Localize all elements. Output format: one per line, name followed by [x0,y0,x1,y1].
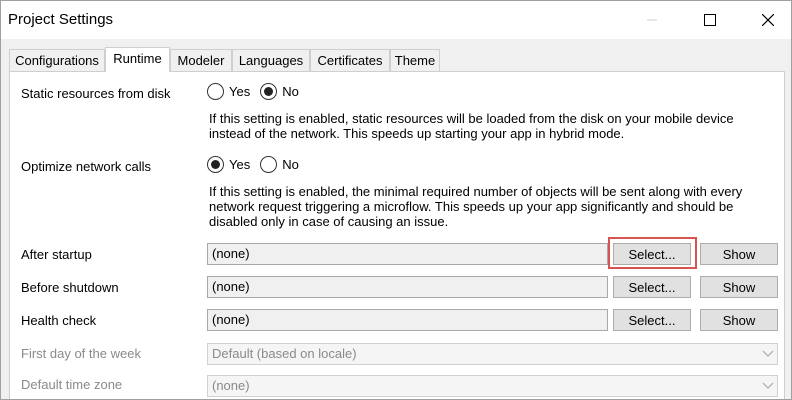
radio-label: Yes [229,84,251,99]
health-check-show-button[interactable]: Show [700,309,778,331]
radio-selected-dot [264,87,274,96]
tab-configurations[interactable]: Configurations [9,49,105,71]
radio-label: No [282,157,299,172]
after-startup-show-button[interactable]: Show [700,243,778,265]
health-check-select-button[interactable]: Select... [613,309,691,331]
close-icon [762,14,774,26]
tab-runtime[interactable]: Runtime [105,47,170,72]
before-shutdown-select-button[interactable]: Select... [613,276,691,298]
before-shutdown-field: (none) [207,276,608,298]
maximize-icon [704,14,716,26]
radio-circle [260,83,278,100]
static-resources-no-radio[interactable]: No [260,83,299,100]
window-title: Project Settings [8,11,114,28]
radio-selected-dot [211,160,220,169]
after-startup-select-button[interactable]: Select... [613,243,691,265]
static-resources-description: If this setting is enabled, static resou… [209,111,734,141]
optimize-network-radio-group: Yes No [207,156,309,173]
static-resources-label: Static resources from disk [21,86,171,101]
radio-circle [207,83,224,100]
tab-languages[interactable]: Languages [232,49,310,71]
optimize-network-yes-radio[interactable]: Yes [207,156,250,173]
tab-strip: Configurations Runtime Modeler Languages… [9,47,783,72]
project-settings-window: Project Settings Configurations Runtime … [0,0,792,400]
optimize-network-description: If this setting is enabled, the minimal … [209,184,743,229]
after-startup-field: (none) [207,243,608,265]
after-startup-label: After startup [21,247,92,262]
before-shutdown-show-button[interactable]: Show [700,276,778,298]
health-check-label: Health check [21,313,97,328]
first-day-label: First day of the week [21,346,141,361]
optimize-network-no-radio[interactable]: No [260,156,299,173]
time-zone-dropdown[interactable]: (none) [207,375,778,397]
chevron-down-icon [762,350,774,357]
time-zone-label: Default time zone [21,377,123,392]
minimize-button[interactable] [629,1,675,39]
radio-circle [207,156,224,173]
health-check-field: (none) [207,309,608,331]
tab-theme[interactable]: Theme [390,49,440,71]
close-button[interactable] [745,1,791,39]
static-resources-radio-group: Yes No [207,83,309,100]
radio-label: No [282,84,299,99]
first-day-value: Default (based on locale) [212,346,357,361]
chevron-down-icon [762,382,774,389]
tab-modeler[interactable]: Modeler [170,49,232,71]
first-day-dropdown[interactable]: Default (based on locale) [207,343,778,365]
radio-circle [260,156,278,173]
tab-certificates[interactable]: Certificates [310,49,390,71]
title-bar: Project Settings [1,1,791,39]
before-shutdown-label: Before shutdown [21,280,119,295]
time-zone-value: (none) [212,378,250,393]
minimize-icon [647,19,657,21]
static-resources-yes-radio[interactable]: Yes [207,83,250,100]
optimize-network-label: Optimize network calls [21,159,152,174]
maximize-button[interactable] [687,1,733,39]
radio-label: Yes [229,157,251,172]
runtime-panel: Static resources from disk Yes No If thi… [9,71,785,399]
